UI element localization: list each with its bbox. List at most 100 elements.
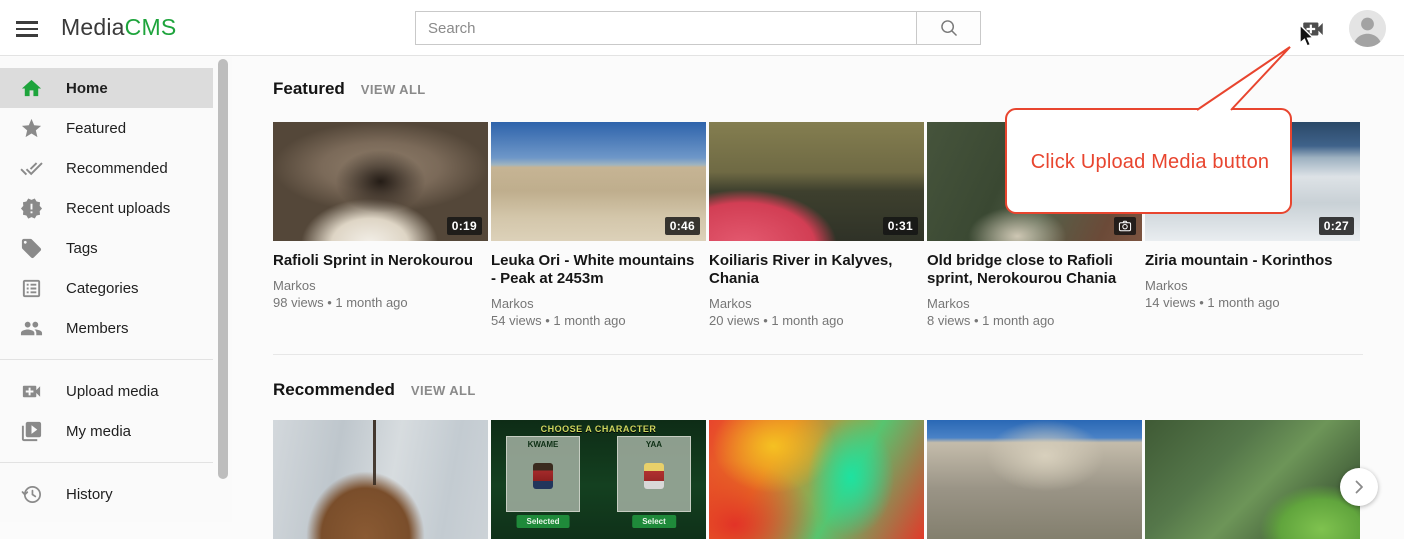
sidebar-item-featured[interactable]: Featured — [0, 108, 213, 148]
media-author[interactable]: Markos — [1145, 277, 1360, 294]
game-character-sprite — [644, 463, 664, 489]
home-icon — [20, 77, 43, 100]
camera-icon — [1118, 220, 1132, 232]
media-card: 0:46 Leuka Ori - White mountains - Peak … — [491, 122, 706, 329]
sidebar-item-home[interactable]: Home — [0, 68, 213, 108]
section-title-featured: Featured — [273, 79, 345, 99]
media-card: 0:31 Koiliaris River in Kalyves, Chania … — [709, 122, 924, 329]
game-character-name: YAA — [618, 440, 690, 449]
search-icon — [938, 17, 960, 39]
media-title[interactable]: Koiliaris River in Kalyves, Chania — [709, 252, 924, 288]
game-character-panel: KWAME Selected — [506, 436, 580, 512]
sidebar-item-categories[interactable]: Categories — [0, 268, 213, 308]
featured-view-all-link[interactable]: VIEW ALL — [361, 82, 426, 97]
media-card: 0:27 Ziria mountain - Korinthos Markos 1… — [1145, 122, 1360, 329]
duration-badge: 0:46 — [665, 217, 700, 235]
sidebar-item-recommended[interactable]: Recommended — [0, 148, 213, 188]
new-releases-icon — [20, 197, 43, 220]
sidebar-label: Featured — [66, 120, 126, 137]
media-author[interactable]: Markos — [709, 295, 924, 312]
members-icon — [20, 317, 43, 340]
media-thumbnail[interactable] — [927, 122, 1142, 241]
sidebar-item-history[interactable]: History — [0, 474, 213, 514]
carousel-next-button[interactable] — [1340, 468, 1378, 506]
duration-badge: 0:27 — [1319, 217, 1354, 235]
done-all-icon — [20, 157, 43, 180]
media-meta: 54 views • 1 month ago — [491, 312, 706, 329]
sidebar-divider — [0, 462, 213, 463]
duration-badge: 0:19 — [447, 217, 482, 235]
media-author[interactable]: Markos — [927, 295, 1142, 312]
star-icon — [20, 117, 43, 140]
game-character-name: KWAME — [507, 440, 579, 449]
sidebar-item-members[interactable]: Members — [0, 308, 213, 348]
media-meta: 14 views • 1 month ago — [1145, 294, 1360, 311]
app-logo[interactable]: MediaCMS — [61, 14, 176, 41]
media-card: 0:19 Rafioli Sprint in Nerokourou Markos… — [273, 122, 488, 329]
media-thumbnail[interactable] — [1145, 420, 1360, 539]
history-icon — [20, 483, 43, 506]
topbar-actions — [1299, 0, 1386, 56]
section-title-recommended: Recommended — [273, 380, 395, 400]
sidebar-label: My media — [66, 423, 131, 440]
media-meta: 98 views • 1 month ago — [273, 294, 488, 311]
media-thumbnail[interactable]: 0:27 — [1145, 122, 1360, 241]
game-thumb-heading: CHOOSE A CHARACTER — [491, 424, 706, 434]
sidebar-item-recent-uploads[interactable]: Recent uploads — [0, 188, 213, 228]
person-icon — [1349, 10, 1386, 47]
media-title[interactable]: Rafioli Sprint in Nerokourou — [273, 252, 488, 270]
featured-card-row: 0:19 Rafioli Sprint in Nerokourou Markos… — [273, 122, 1404, 329]
search-button[interactable] — [917, 11, 981, 45]
sidebar-scrollbar[interactable] — [218, 59, 228, 479]
media-title[interactable]: Old bridge close to Rafioli sprint, Nero… — [927, 252, 1142, 288]
recommended-view-all-link[interactable]: VIEW ALL — [411, 383, 476, 398]
media-title[interactable]: Ziria mountain - Korinthos — [1145, 252, 1360, 270]
media-meta: 20 views • 1 month ago — [709, 312, 924, 329]
sidebar: Home Featured Recommended Recent uploads… — [0, 57, 232, 522]
media-author[interactable]: Markos — [491, 295, 706, 312]
chevron-right-icon — [1351, 479, 1367, 495]
top-bar: MediaCMS — [0, 0, 1404, 56]
sidebar-label: Members — [66, 320, 129, 337]
media-thumbnail[interactable]: 0:46 — [491, 122, 706, 241]
tag-icon — [20, 237, 43, 260]
sidebar-label: Upload media — [66, 383, 159, 400]
upload-media-button[interactable] — [1299, 16, 1327, 40]
search-input[interactable] — [415, 11, 917, 45]
sidebar-label: Recent uploads — [66, 200, 170, 217]
video-library-icon — [20, 420, 43, 443]
media-thumbnail[interactable]: CHOOSE A CHARACTER KWAME Selected YAA Se… — [491, 420, 706, 539]
sidebar-divider — [0, 359, 213, 360]
categories-icon — [20, 277, 43, 300]
recommended-card-row: CHOOSE A CHARACTER KWAME Selected YAA Se… — [273, 420, 1404, 539]
media-card: Old bridge close to Rafioli sprint, Nero… — [927, 122, 1142, 329]
image-type-badge — [1114, 217, 1136, 235]
sidebar-item-upload-media[interactable]: Upload media — [0, 371, 213, 411]
sidebar-item-my-media[interactable]: My media — [0, 411, 213, 451]
media-thumbnail[interactable] — [709, 420, 924, 539]
user-avatar[interactable] — [1349, 10, 1386, 47]
media-thumbnail[interactable]: 0:19 — [273, 122, 488, 241]
media-meta: 8 views • 1 month ago — [927, 312, 1142, 329]
search-bar — [415, 11, 981, 45]
media-thumbnail[interactable]: 0:31 — [709, 122, 924, 241]
sidebar-label: Home — [66, 80, 108, 97]
featured-section: Featured VIEW ALL 0:19 Rafioli Sprint in… — [273, 79, 1404, 329]
video-call-icon — [20, 380, 43, 403]
media-author[interactable]: Markos — [273, 277, 488, 294]
sidebar-label: Recommended — [66, 160, 168, 177]
sidebar-label: History — [66, 486, 113, 503]
section-divider — [273, 354, 1363, 355]
main-content: Featured VIEW ALL 0:19 Rafioli Sprint in… — [232, 57, 1404, 522]
sidebar-label: Categories — [66, 280, 139, 297]
logo-text-media: Media — [61, 14, 125, 40]
game-character-sprite — [533, 463, 553, 489]
media-title[interactable]: Leuka Ori - White mountains - Peak at 24… — [491, 252, 706, 288]
sidebar-item-tags[interactable]: Tags — [0, 228, 213, 268]
game-character-panel: YAA Select — [617, 436, 691, 512]
media-thumbnail[interactable] — [273, 420, 488, 539]
logo-text-cms: CMS — [125, 14, 177, 40]
menu-icon[interactable] — [16, 17, 42, 39]
media-thumbnail[interactable] — [927, 420, 1142, 539]
sidebar-label: Tags — [66, 240, 98, 257]
